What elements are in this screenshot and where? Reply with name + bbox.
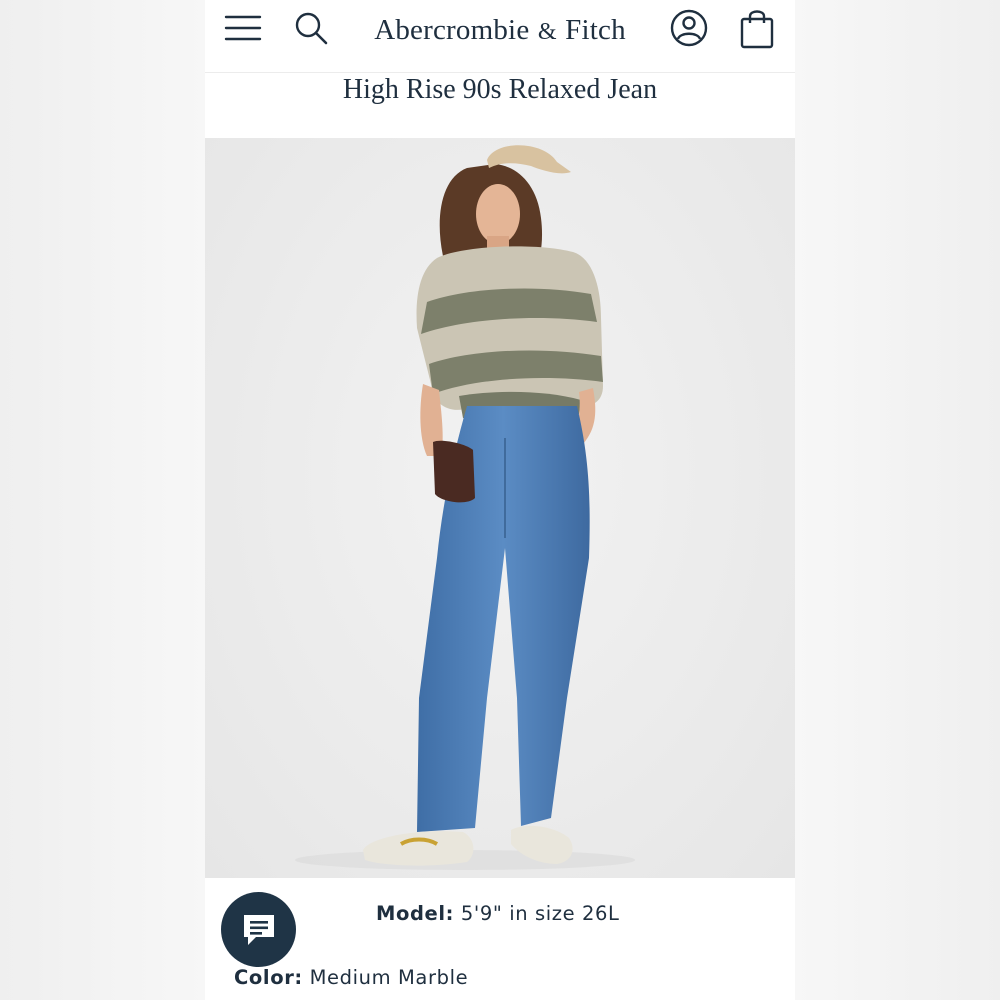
search-icon — [295, 12, 328, 45]
brand-name-start: Abercrombie — [374, 14, 530, 46]
phone-screen: Abercrombie & Fitch High Rise 90s Relaxe… — [205, 0, 795, 1000]
product-image[interactable] — [205, 138, 795, 878]
account-button[interactable] — [667, 6, 711, 50]
product-title: High Rise 90s Relaxed Jean — [342, 74, 658, 105]
shopping-bag-button[interactable] — [735, 4, 779, 52]
color-value: Medium Marble — [309, 966, 469, 989]
model-info: Model: 5'9" in size 26L — [376, 902, 620, 925]
model-label: Model: — [376, 902, 455, 925]
chat-button[interactable] — [221, 892, 296, 967]
chat-icon — [243, 914, 274, 945]
color-label: Color: — [234, 966, 303, 989]
color-info: Color: Medium Marble — [234, 966, 468, 989]
brand-logo[interactable]: Abercrombie & Fitch — [355, 10, 645, 50]
model-value: 5'9" in size 26L — [460, 902, 620, 925]
menu-icon — [224, 15, 262, 41]
shopping-bag-icon — [740, 10, 774, 49]
account-icon — [670, 9, 708, 47]
menu-button[interactable] — [221, 8, 265, 48]
brand-name-end: Fitch — [565, 14, 626, 46]
model-photo-illustration — [295, 145, 635, 870]
search-button[interactable] — [289, 6, 333, 50]
site-header: Abercrombie & Fitch — [205, 0, 795, 73]
brand-ampersand: & — [537, 19, 557, 45]
